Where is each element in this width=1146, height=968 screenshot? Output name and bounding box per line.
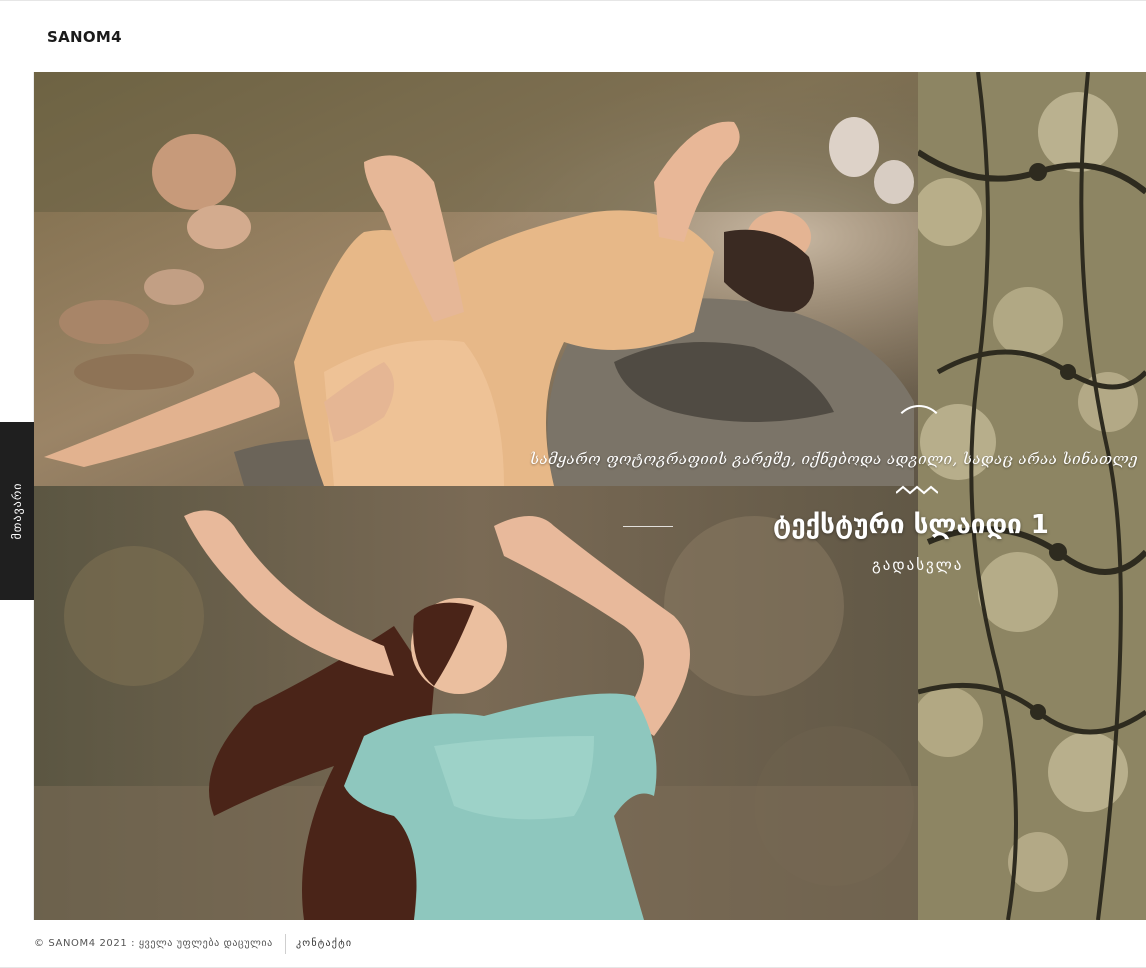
footer: © SANOM4 2021 : ყველა უფლება დაცულია კონ… [0,920,1146,968]
slide-quote: სამყარო ფოტოგრაფიის გარეშე, იქნებოდა ადგ… [529,450,1138,468]
side-menu-label: მთავარი [10,482,24,540]
side-menu-tab[interactable]: მთავარი [0,422,34,600]
footer-contact-link[interactable]: კონტაქტი [296,938,352,949]
footer-copyright: © SANOM4 2021 : ყველა უფლება დაცულია [34,938,273,949]
slide-title: ტექსტური სლაიდი 1 [773,510,1049,540]
zigzag-icon [896,485,938,495]
header: SANOM4 [0,0,1146,72]
slide-photo-woman-arms-raised [34,486,918,920]
title-divider [623,526,673,527]
site-logo[interactable]: SANOM4 [47,28,122,46]
slide-photo-woman-on-rock [34,72,918,486]
slide-link-button[interactable]: გადასვლა [872,556,963,574]
slide-photo-foliage [918,72,1146,920]
footer-separator [285,934,286,954]
